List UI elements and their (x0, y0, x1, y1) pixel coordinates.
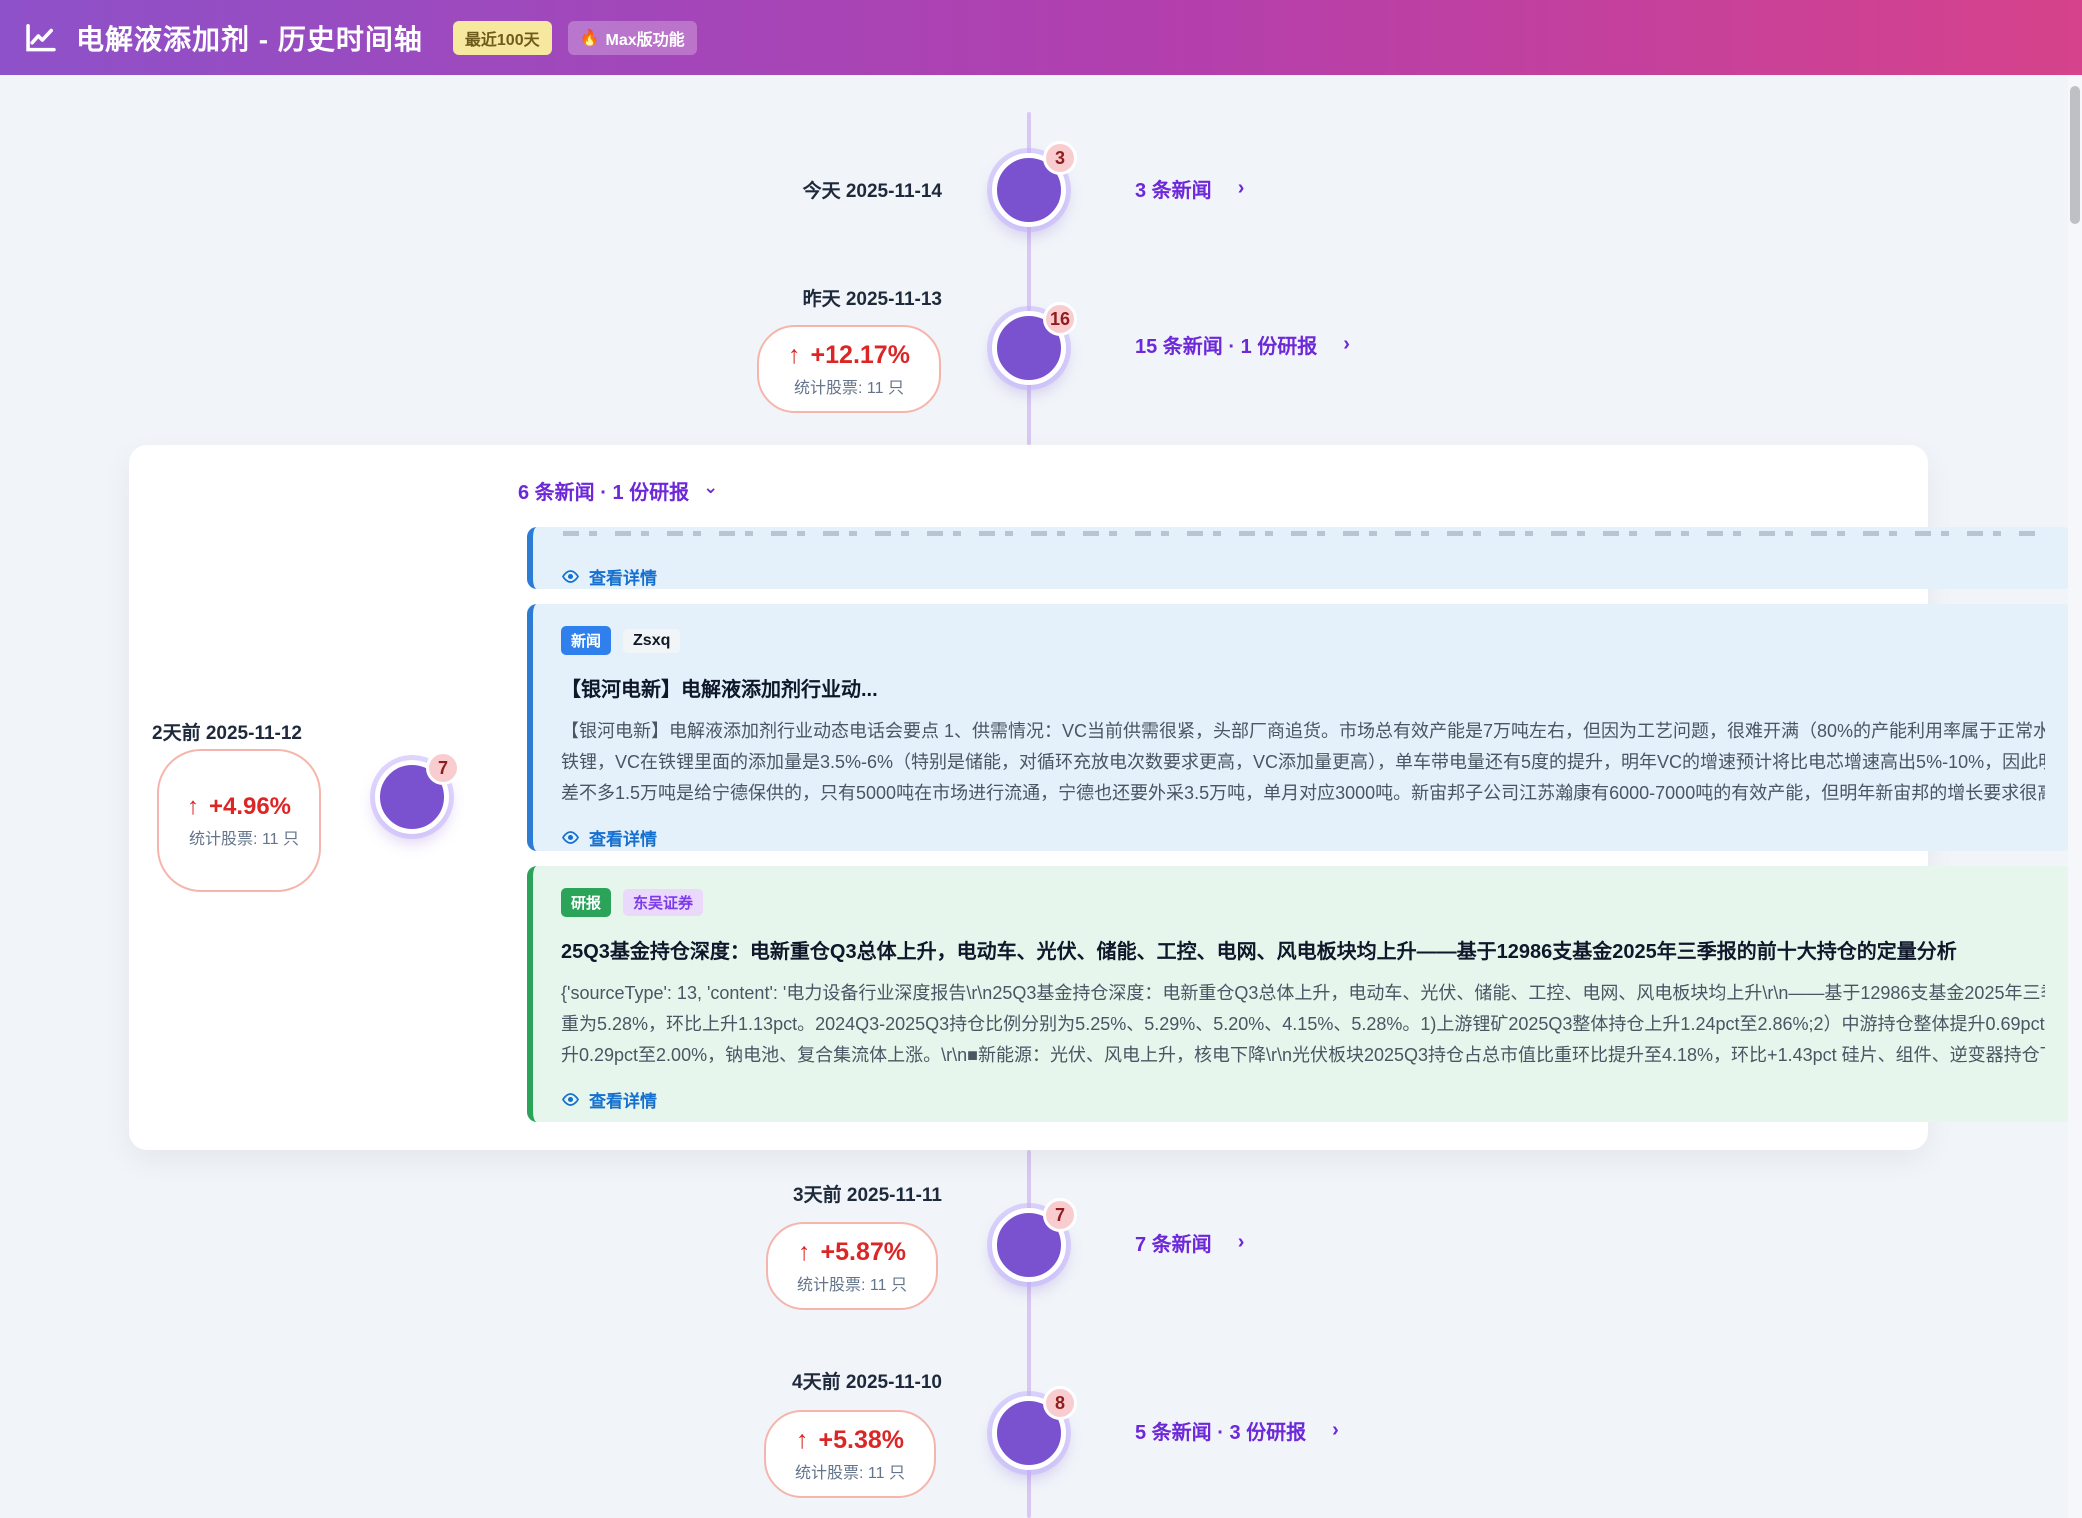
news-link-label: 3 条新闻 (1135, 174, 1212, 203)
news-link-label: 5 条新闻 · 3 份研报 (1135, 1416, 1306, 1445)
detail-link-label: 查看详情 (589, 564, 657, 589)
source-chip: Zsxq (623, 629, 680, 653)
eye-icon (561, 830, 580, 845)
chevron-right-icon: › (1238, 177, 1245, 200)
news-link-label: 7 条新闻 (1135, 1228, 1212, 1257)
chevron-right-icon: › (1343, 333, 1350, 356)
stats-text: 统计股票: 11 只 (179, 825, 299, 849)
news-link-today[interactable]: 3 条新闻 › (1135, 174, 1244, 203)
app-header: 电解液添加剂 - 历史时间轴 最近100天 🔥 Max版功能 (0, 0, 2082, 75)
date-label-today: 今天 2025-11-14 (542, 176, 942, 203)
up-arrow-icon: ↑ (798, 1238, 811, 1267)
change-pill-4days: ↑ +5.38% 统计股票: 11 只 (764, 1410, 936, 1498)
count-badge-yesterday: 16 (1043, 302, 1077, 336)
stats-text: 统计股票: 11 只 (795, 1459, 905, 1483)
up-arrow-icon: ↑ (788, 341, 801, 370)
news-body: 【银河电新】电解液添加剂行业动态电话会要点 1、供需情况：VC当前供需很紧，头部… (561, 716, 2045, 809)
change-pill-3days: ↑ +5.87% 统计股票: 11 只 (766, 1222, 938, 1310)
date-label-3days: 3天前 2025-11-11 (542, 1180, 942, 1207)
count-badge-2days: 7 (426, 751, 460, 785)
report-title: 25Q3基金持仓深度：电新重仓Q3总体上升，电动车、光伏、储能、工控、电网、风电… (561, 935, 2045, 964)
detail-link[interactable]: 查看详情 (561, 1087, 2045, 1112)
detail-link[interactable]: 查看详情 (561, 825, 2045, 850)
chevron-right-icon: › (1238, 1231, 1245, 1254)
count-badge-3days: 7 (1043, 1198, 1077, 1232)
count-badge-4days: 8 (1043, 1386, 1077, 1420)
chevron-down-icon: ⌄ (703, 477, 718, 498)
news-link-4days[interactable]: 5 条新闻 · 3 份研报 › (1135, 1416, 1339, 1445)
detail-link-label: 查看详情 (589, 1087, 657, 1112)
eye-icon (561, 569, 580, 584)
news-link-yesterday[interactable]: 15 条新闻 · 1 份研报 › (1135, 330, 1350, 359)
detail-link[interactable]: 查看详情 (533, 544, 2073, 589)
report-type-badge: 研报 (561, 888, 611, 917)
page-title: 电解液添加剂 - 历史时间轴 (76, 18, 423, 58)
date-label-4days: 4天前 2025-11-10 (542, 1367, 942, 1394)
scrollbar-thumb[interactable] (2070, 86, 2080, 224)
report-body-line: 升0.29pct至2.00%，钠电池、复合集流体上涨。\r\n■新能源：光伏、风… (561, 1040, 2045, 1071)
clipped-text-strip (563, 531, 2043, 536)
pct-value: +12.17% (811, 341, 910, 370)
pct-value: +5.38% (819, 1426, 905, 1455)
scrollbar-track (2068, 75, 2082, 1518)
detail-link-label: 查看详情 (589, 825, 657, 850)
report-body-line: 重为5.28%，环比上升1.13pct。2024Q3-2025Q3持仓比例分别为… (561, 1009, 2045, 1040)
stats-text: 统计股票: 11 只 (794, 374, 904, 398)
news-title: 【银河电新】电解液添加剂行业动... (561, 673, 2045, 702)
range-badge: 最近100天 (453, 21, 552, 55)
stats-text: 统计股票: 11 只 (797, 1271, 907, 1295)
news-body-line: 铁锂，VC在铁锂里面的添加量是3.5%-6%（特别是储能，对循环充放电次数要求更… (561, 747, 2045, 778)
pct-value: +5.87% (821, 1238, 907, 1267)
chart-line-icon (24, 22, 60, 54)
news-link-label: 15 条新闻 · 1 份研报 (1135, 330, 1317, 359)
date-label-yesterday: 昨天 2025-11-13 (542, 284, 942, 311)
fire-icon: 🔥 (580, 28, 600, 48)
summary-label: 6 条新闻 · 1 份研报 (518, 476, 689, 505)
up-arrow-icon: ↑ (187, 793, 199, 821)
change-pill-2days: ↑ +4.96% 统计股票: 11 只 (157, 749, 321, 892)
news-link-3days[interactable]: 7 条新闻 › (1135, 1228, 1244, 1257)
source-chip: 东吴证券 (623, 889, 703, 916)
news-type-badge: 新闻 (561, 626, 611, 655)
report-body: {'sourceType': 13, 'content': '电力设备行业深度报… (561, 978, 2045, 1071)
clipped-news-card: 查看详情 (527, 527, 2073, 589)
news-body-line: 【银河电新】电解液添加剂行业动态电话会要点 1、供需情况：VC当前供需很紧，头部… (561, 716, 2045, 747)
change-pill-yesterday: ↑ +12.17% 统计股票: 11 只 (757, 325, 941, 413)
report-body-line: {'sourceType': 13, 'content': '电力设备行业深度报… (561, 978, 2045, 1009)
pct-value: +4.96% (209, 793, 291, 821)
max-feature-badge: 🔥 Max版功能 (568, 21, 697, 55)
eye-icon (561, 1092, 580, 1107)
up-arrow-icon: ↑ (796, 1426, 809, 1455)
news-card: 新闻 Zsxq 【银河电新】电解液添加剂行业动... 【银河电新】电解液添加剂行… (527, 604, 2073, 851)
summary-toggle[interactable]: 6 条新闻 · 1 份研报 ⌄ (518, 476, 718, 505)
count-badge-today: 3 (1043, 141, 1077, 175)
max-feature-label: Max版功能 (606, 26, 685, 50)
news-body-line: 差不多1.5万吨是给宁德保供的，只有5000吨在市场进行流通，宁德也还要外采3.… (561, 778, 2045, 809)
date-label-2days: 2天前 2025-11-12 (0, 718, 305, 745)
chevron-right-icon: › (1332, 1419, 1339, 1442)
report-card: 研报 东吴证券 25Q3基金持仓深度：电新重仓Q3总体上升，电动车、光伏、储能、… (527, 866, 2073, 1122)
